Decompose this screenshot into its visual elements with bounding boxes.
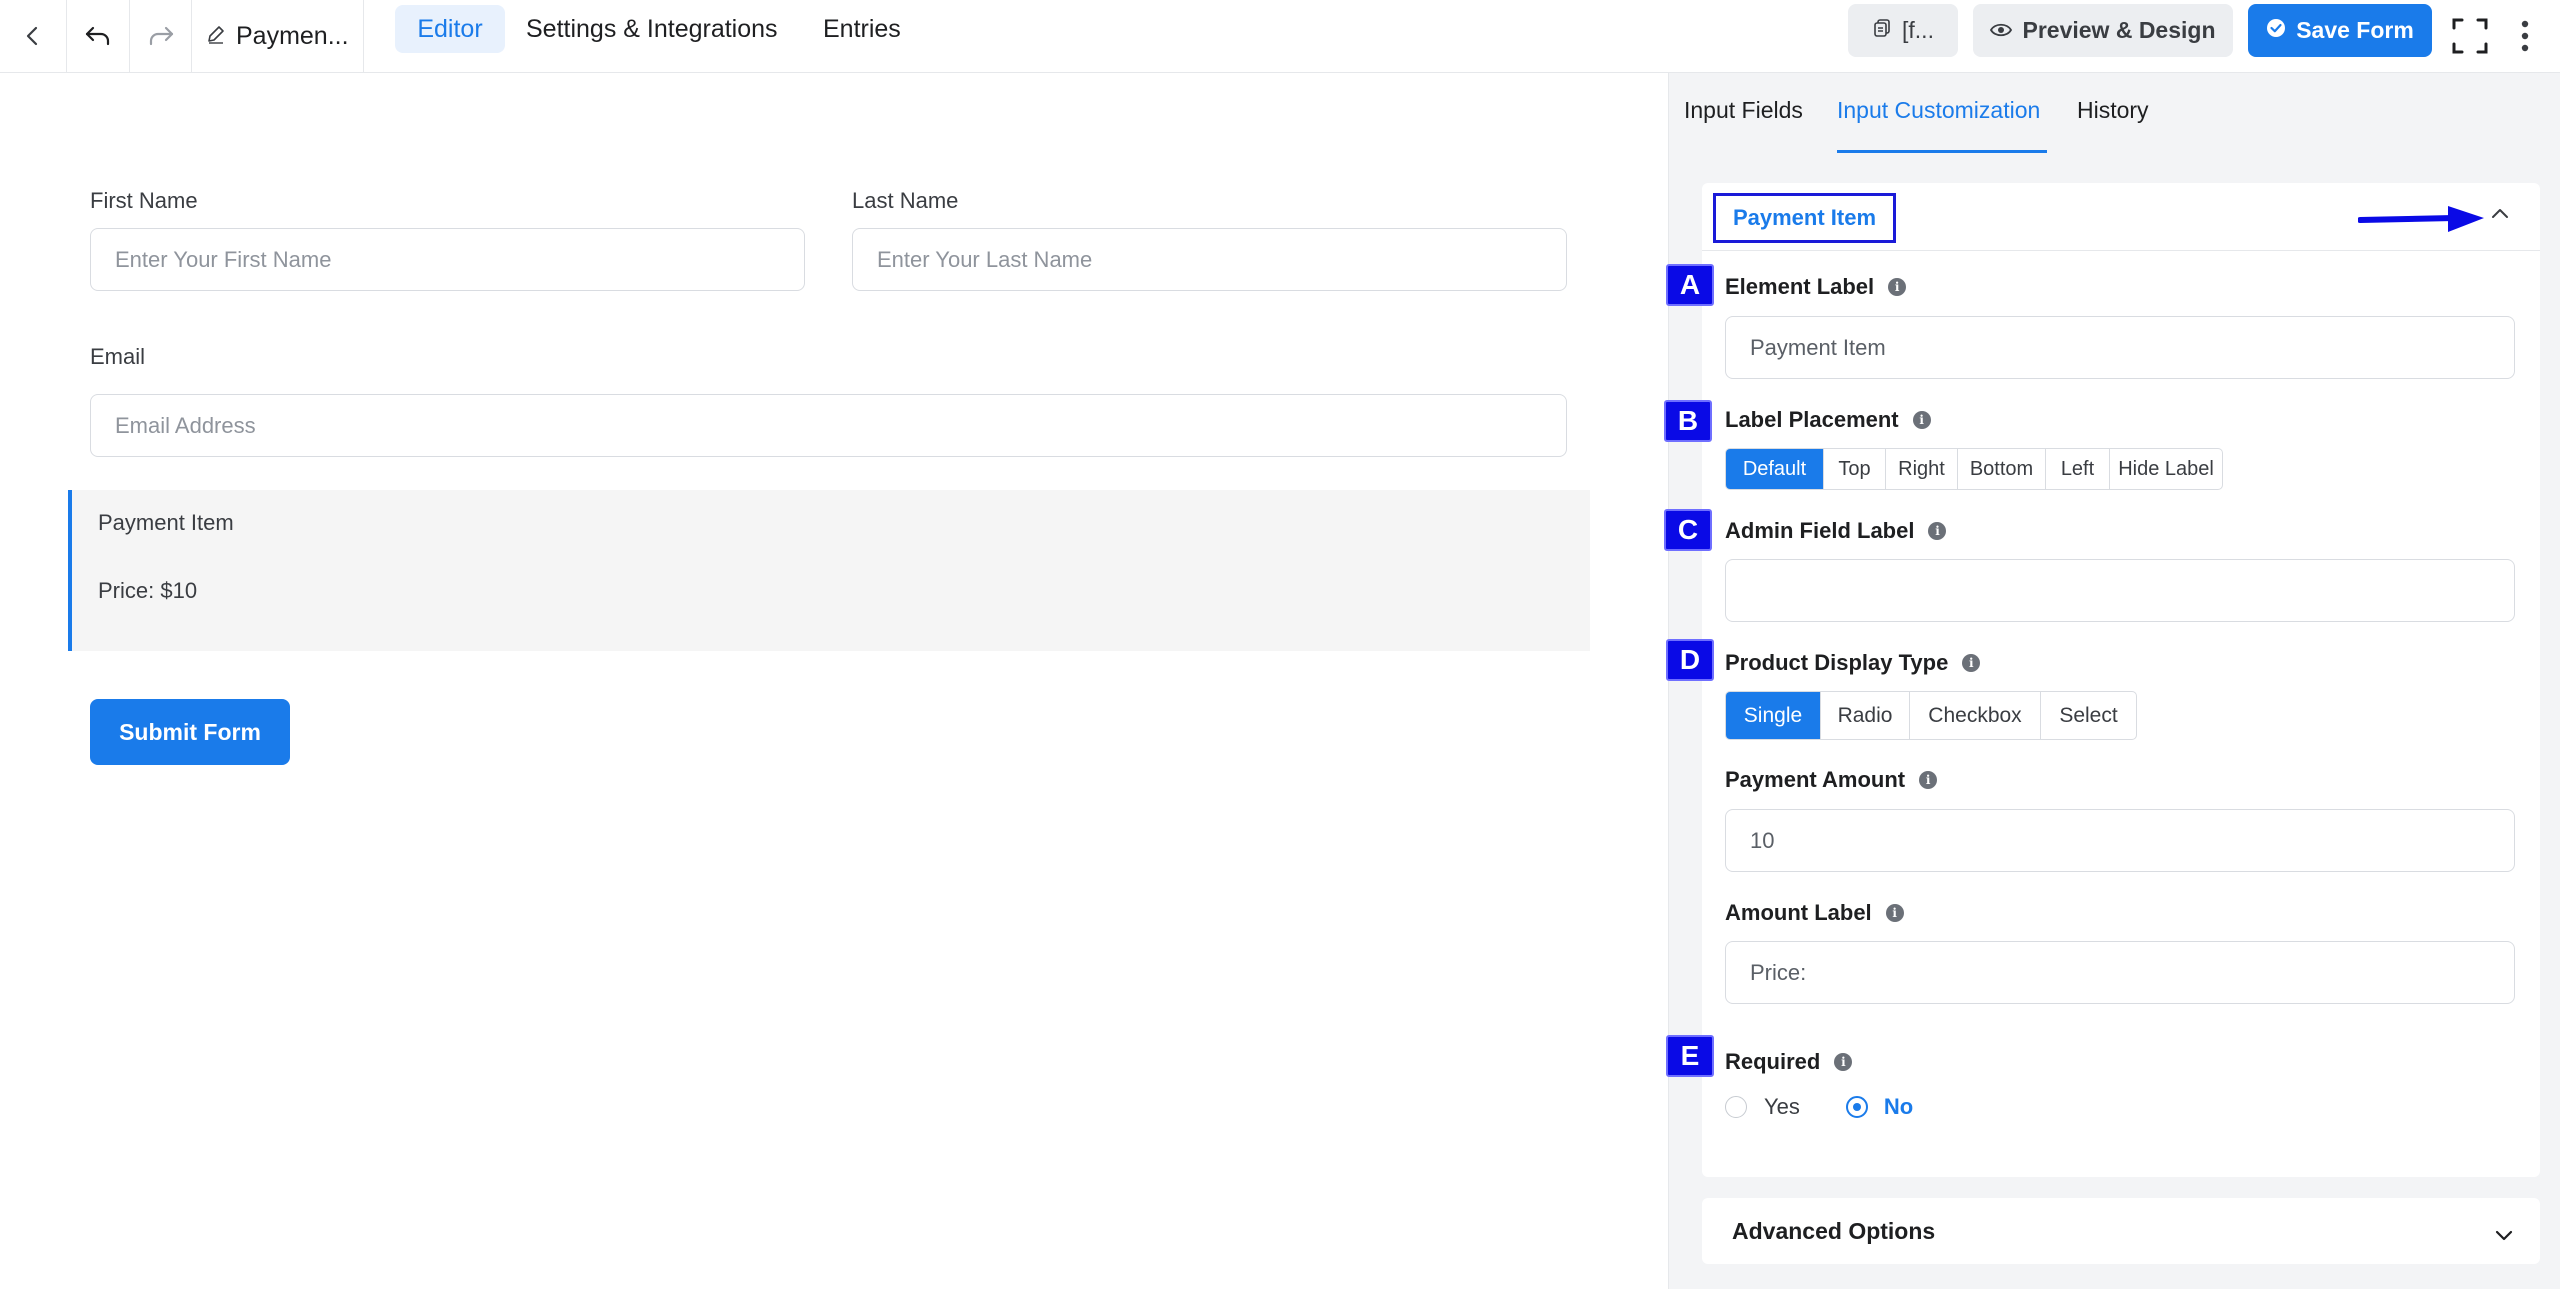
placement-right-option[interactable]: Right — [1886, 449, 1958, 489]
panel-tabs: Input Fields Input Customization History — [1668, 73, 2560, 153]
last-name-label: Last Name — [852, 188, 959, 213]
shortcode-label: [f... — [1902, 17, 1934, 43]
fullscreen-button[interactable] — [2444, 0, 2496, 72]
placement-default-option[interactable]: Default — [1726, 449, 1824, 489]
annotation-arrow — [2357, 202, 2488, 241]
placement-bottom-option[interactable]: Bottom — [1958, 449, 2046, 489]
tab-editor[interactable]: Editor — [395, 5, 505, 53]
more-options-button[interactable] — [2500, 0, 2550, 72]
preview-design-button[interactable]: Preview & Design — [1973, 4, 2233, 57]
email-label: Email — [90, 344, 146, 369]
display-checkbox-option[interactable]: Checkbox — [1910, 692, 2041, 739]
advanced-options-label: Advanced Options — [1732, 1217, 1936, 1244]
info-icon[interactable]: i — [1919, 771, 1938, 789]
first-name-label: First Name — [90, 188, 198, 213]
annotation-badge-d: D — [1666, 639, 1714, 681]
placement-left-option[interactable]: Left — [2046, 449, 2110, 489]
pencil-icon — [206, 22, 226, 51]
submit-form-button[interactable]: Submit Form — [90, 699, 290, 765]
element-label-input[interactable]: Payment Item — [1725, 316, 2515, 379]
info-icon[interactable]: i — [1888, 278, 1907, 296]
save-form-label: Save Form — [2296, 17, 2414, 43]
product-display-type-heading: Product Display Type i — [1725, 650, 1981, 676]
email-input[interactable]: Email Address — [90, 394, 1567, 457]
label-placement-text: Label Placement — [1725, 407, 1899, 432]
required-yes-label[interactable]: Yes — [1764, 1094, 1800, 1120]
check-circle-icon — [2266, 17, 2286, 44]
tab-settings-integrations[interactable]: Settings & Integrations — [526, 5, 778, 53]
payment-item-field[interactable]: Payment Item Price: $10 — [68, 490, 1590, 651]
display-select-option[interactable]: Select — [2041, 692, 2136, 739]
display-radio-option[interactable]: Radio — [1821, 692, 1910, 739]
product-display-type-text: Product Display Type — [1725, 650, 1949, 675]
payment-amount-input[interactable]: 10 — [1725, 809, 2515, 872]
chevron-down-icon — [2494, 1222, 2514, 1249]
tab-input-customization[interactable]: Input Customization — [1837, 97, 2040, 124]
annotation-badge-b: B — [1664, 400, 1712, 442]
copy-icon — [1872, 17, 1892, 44]
info-icon[interactable]: i — [1834, 1053, 1853, 1071]
amount-label-text: Amount Label — [1725, 900, 1872, 925]
element-label-text: Element Label — [1725, 274, 1875, 299]
placement-top-option[interactable]: Top — [1824, 449, 1886, 489]
label-placement-options: Default Top Right Bottom Left Hide Label — [1725, 448, 2223, 490]
required-no-radio[interactable] — [1845, 1096, 1868, 1118]
info-icon[interactable]: i — [1912, 411, 1931, 429]
chevron-up-icon — [2490, 207, 2510, 224]
payment-amount-text: Payment Amount — [1725, 767, 1906, 792]
undo-button[interactable] — [67, 0, 130, 72]
undo-icon — [84, 24, 112, 48]
info-icon[interactable]: i — [1962, 654, 1981, 672]
form-title-text: Paymen... — [236, 21, 349, 50]
save-form-button[interactable]: Save Form — [2248, 4, 2432, 57]
required-no-label[interactable]: No — [1884, 1094, 1913, 1120]
display-single-option[interactable]: Single — [1726, 692, 1821, 739]
shortcode-button[interactable]: [f... — [1848, 4, 1958, 57]
first-name-input[interactable]: Enter Your First Name — [90, 228, 805, 291]
annotation-badge-e: E — [1666, 1035, 1714, 1077]
info-icon[interactable]: i — [1885, 904, 1904, 922]
eye-icon — [1990, 17, 2013, 44]
section-title: Payment Item — [1713, 193, 1896, 243]
product-display-type-options: Single Radio Checkbox Select — [1725, 691, 2137, 740]
required-yes-radio[interactable] — [1725, 1096, 1747, 1118]
payment-item-title: Payment Item — [98, 510, 234, 535]
label-placement-heading: Label Placement i — [1725, 407, 1931, 433]
advanced-options-toggle[interactable]: Advanced Options — [1702, 1198, 2540, 1264]
annotation-badge-c: C — [1664, 509, 1712, 551]
amount-label-heading: Amount Label i — [1725, 900, 1904, 926]
top-toolbar: Paymen... Editor Settings & Integrations… — [0, 0, 2560, 73]
last-name-input[interactable]: Enter Your Last Name — [852, 228, 1567, 291]
tab-input-fields[interactable]: Input Fields — [1684, 97, 1803, 124]
preview-design-label: Preview & Design — [2022, 17, 2216, 43]
amount-label-input[interactable]: Price: — [1725, 941, 2515, 1004]
admin-field-label-text: Admin Field Label — [1725, 518, 1915, 543]
payment-amount-heading: Payment Amount i — [1725, 767, 1938, 793]
tab-history[interactable]: History — [2077, 97, 2149, 124]
more-vertical-icon — [2521, 20, 2529, 52]
admin-field-label-input[interactable] — [1725, 559, 2515, 622]
info-icon[interactable]: i — [1928, 522, 1947, 540]
payment-item-price: Price: $10 — [98, 578, 198, 603]
tab-entries[interactable]: Entries — [823, 5, 901, 53]
redo-icon — [147, 24, 175, 48]
active-tab-indicator — [1837, 150, 2047, 153]
fullscreen-icon — [2452, 18, 2488, 54]
collapse-section-button[interactable] — [2490, 206, 2510, 225]
back-icon — [22, 25, 44, 47]
back-button[interactable] — [0, 0, 67, 72]
required-text: Required — [1725, 1049, 1821, 1074]
placement-hide-label-option[interactable]: Hide Label — [2110, 449, 2222, 489]
annotation-badge-a: A — [1666, 264, 1714, 306]
required-radio-group: Yes No — [1725, 1094, 1913, 1120]
element-label-heading: Element Label i — [1725, 274, 1907, 300]
form-title[interactable]: Paymen... — [192, 0, 364, 72]
admin-field-label-heading: Admin Field Label i — [1725, 518, 1947, 544]
required-heading: Required i — [1725, 1049, 1853, 1075]
redo-button[interactable] — [130, 0, 192, 72]
